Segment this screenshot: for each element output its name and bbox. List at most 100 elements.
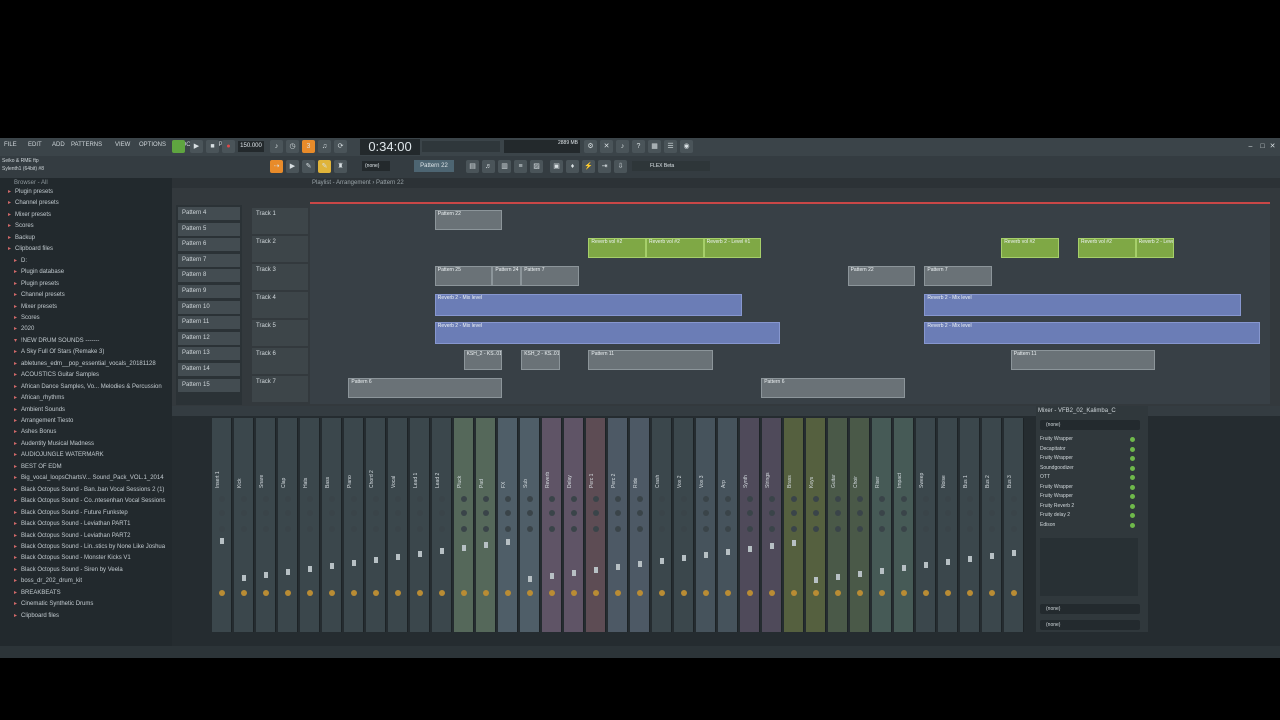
browser-item[interactable]: ▸ Big_vocal_loopsChartsV... Sound_Pack_VO… [14, 474, 182, 481]
volume-fader[interactable] [880, 568, 884, 574]
pan-knob[interactable] [703, 510, 709, 516]
send-knob[interactable] [417, 590, 423, 596]
browser-item[interactable]: ▸ Cinematic Synthetic Drums [14, 600, 182, 607]
pan-knob[interactable] [417, 496, 423, 502]
fx-enable-led[interactable] [1130, 475, 1135, 480]
help-icon[interactable]: ? [632, 140, 645, 153]
playlist-clip[interactable]: Reverb 2 - Mix level [924, 294, 1242, 316]
pan-knob[interactable] [1011, 496, 1017, 502]
play-button[interactable]: ▶ [190, 140, 203, 153]
volume-fader[interactable] [660, 558, 664, 564]
send-knob[interactable] [219, 590, 225, 596]
pan-knob[interactable] [989, 496, 995, 502]
pan-knob[interactable] [395, 496, 401, 502]
pan-knob[interactable] [571, 496, 577, 502]
track-header[interactable]: Track 3 [252, 264, 308, 290]
volume-fader[interactable] [924, 562, 928, 568]
stop-button[interactable]: ■ [206, 140, 219, 153]
browser-item[interactable]: ▾ !NEW DRUM SOUNDS ------- [14, 337, 182, 344]
send-knob[interactable] [329, 590, 335, 596]
browser-item[interactable]: ▸ Plugin presets [8, 188, 176, 195]
playlist-clip[interactable]: Reverb 2 - Level #1 [1135, 238, 1174, 258]
menu-add[interactable]: ADD [52, 142, 65, 148]
render-icon[interactable]: ⇥ [598, 160, 611, 173]
pan-knob[interactable] [263, 510, 269, 516]
send-knob[interactable] [527, 590, 533, 596]
track-header[interactable]: Track 7 [252, 376, 308, 402]
channel-icon[interactable]: ▥ [498, 160, 511, 173]
volume-fader[interactable] [440, 548, 444, 554]
send-knob[interactable] [747, 590, 753, 596]
pan-knob[interactable] [395, 526, 401, 532]
send-knob[interactable] [857, 590, 863, 596]
pan-knob[interactable] [681, 496, 687, 502]
mixer-strip[interactable]: Vox 3 [696, 418, 716, 632]
pan-knob[interactable] [571, 526, 577, 532]
send-knob[interactable] [791, 590, 797, 596]
volume-fader[interactable] [946, 559, 950, 565]
pan-knob[interactable] [505, 526, 511, 532]
pan-knob[interactable] [791, 496, 797, 502]
mixer-strip[interactable]: Clap [278, 418, 298, 632]
browser-item[interactable]: ▸ Black Octopus Sound - Leviathan PART1 [14, 520, 182, 527]
send-knob[interactable] [483, 590, 489, 596]
fx-enable-led[interactable] [1130, 446, 1135, 452]
fx-enable-led[interactable] [1130, 522, 1135, 528]
mixer-strip[interactable]: Piano [344, 418, 364, 632]
pattern-item[interactable]: Pattern 11 [178, 316, 240, 330]
pan-knob[interactable] [835, 526, 841, 532]
pan-knob[interactable] [615, 496, 621, 502]
fx-enable-led[interactable] [1130, 503, 1135, 509]
mixer-strip[interactable]: Brass [784, 418, 804, 632]
mixer-strip[interactable]: Crash [652, 418, 672, 632]
fx-enable-led[interactable] [1130, 465, 1135, 471]
pan-knob[interactable] [307, 496, 313, 502]
mixer-strip[interactable]: Pluck [454, 418, 474, 632]
volume-fader[interactable] [836, 574, 840, 580]
pan-knob[interactable] [483, 526, 489, 532]
snap-icon[interactable]: ⇢ [270, 160, 283, 173]
playlist-clip[interactable]: Pattern 25 [434, 266, 493, 286]
mixer-view-icon[interactable]: ≡ [514, 160, 527, 173]
pan-knob[interactable] [703, 526, 709, 532]
track-header[interactable]: Track 1 [252, 208, 308, 234]
volume-fader[interactable] [330, 563, 334, 569]
pan-knob[interactable] [571, 510, 577, 516]
browser-item[interactable]: ▸ Arrangement Tiesto [14, 417, 182, 424]
mixer-strip[interactable]: Pad [476, 418, 496, 632]
pan-knob[interactable] [615, 510, 621, 516]
pan-knob[interactable] [725, 526, 731, 532]
mixer-strip[interactable]: Delay [564, 418, 584, 632]
pan-knob[interactable] [637, 496, 643, 502]
pan-knob[interactable] [923, 510, 929, 516]
playlist-clip[interactable]: KSH_2 - KS..01 [521, 350, 560, 370]
plug-icon[interactable]: ⚡ [582, 160, 595, 173]
volume-fader[interactable] [792, 540, 796, 546]
close-icon[interactable]: ✕ [1266, 140, 1279, 153]
track-header[interactable]: Track 6 [252, 348, 308, 374]
volume-fader[interactable] [638, 561, 642, 567]
browser-item[interactable]: ▸ Ambient Sounds [14, 406, 182, 413]
volume-fader[interactable] [396, 554, 400, 560]
track-header[interactable]: Track 2 [252, 236, 308, 262]
pan-knob[interactable] [879, 526, 885, 532]
pan-knob[interactable] [307, 526, 313, 532]
volume-fader[interactable] [418, 551, 422, 557]
pan-knob[interactable] [813, 526, 819, 532]
pan-knob[interactable] [593, 526, 599, 532]
send-knob[interactable] [615, 590, 621, 596]
pan-knob[interactable] [989, 526, 995, 532]
pattern-item[interactable]: Pattern 6 [178, 238, 240, 252]
time-display[interactable]: 0:34:00 [360, 139, 420, 155]
volume-fader[interactable] [990, 553, 994, 559]
menu-patterns[interactable]: PATTERNS [71, 142, 102, 148]
playlist-clip[interactable]: Reverb vol #2 [1078, 238, 1136, 258]
playlist-clip[interactable]: Pattern 11 [588, 350, 714, 370]
pan-knob[interactable] [527, 510, 533, 516]
fx-enable-led[interactable] [1130, 437, 1135, 442]
browser-item[interactable]: ▸ Plugin database [14, 268, 182, 275]
volume-fader[interactable] [814, 577, 818, 583]
send-knob[interactable] [285, 590, 291, 596]
pattern-item[interactable]: Pattern 15 [178, 378, 240, 392]
mixer-strip[interactable]: Noise [938, 418, 958, 632]
